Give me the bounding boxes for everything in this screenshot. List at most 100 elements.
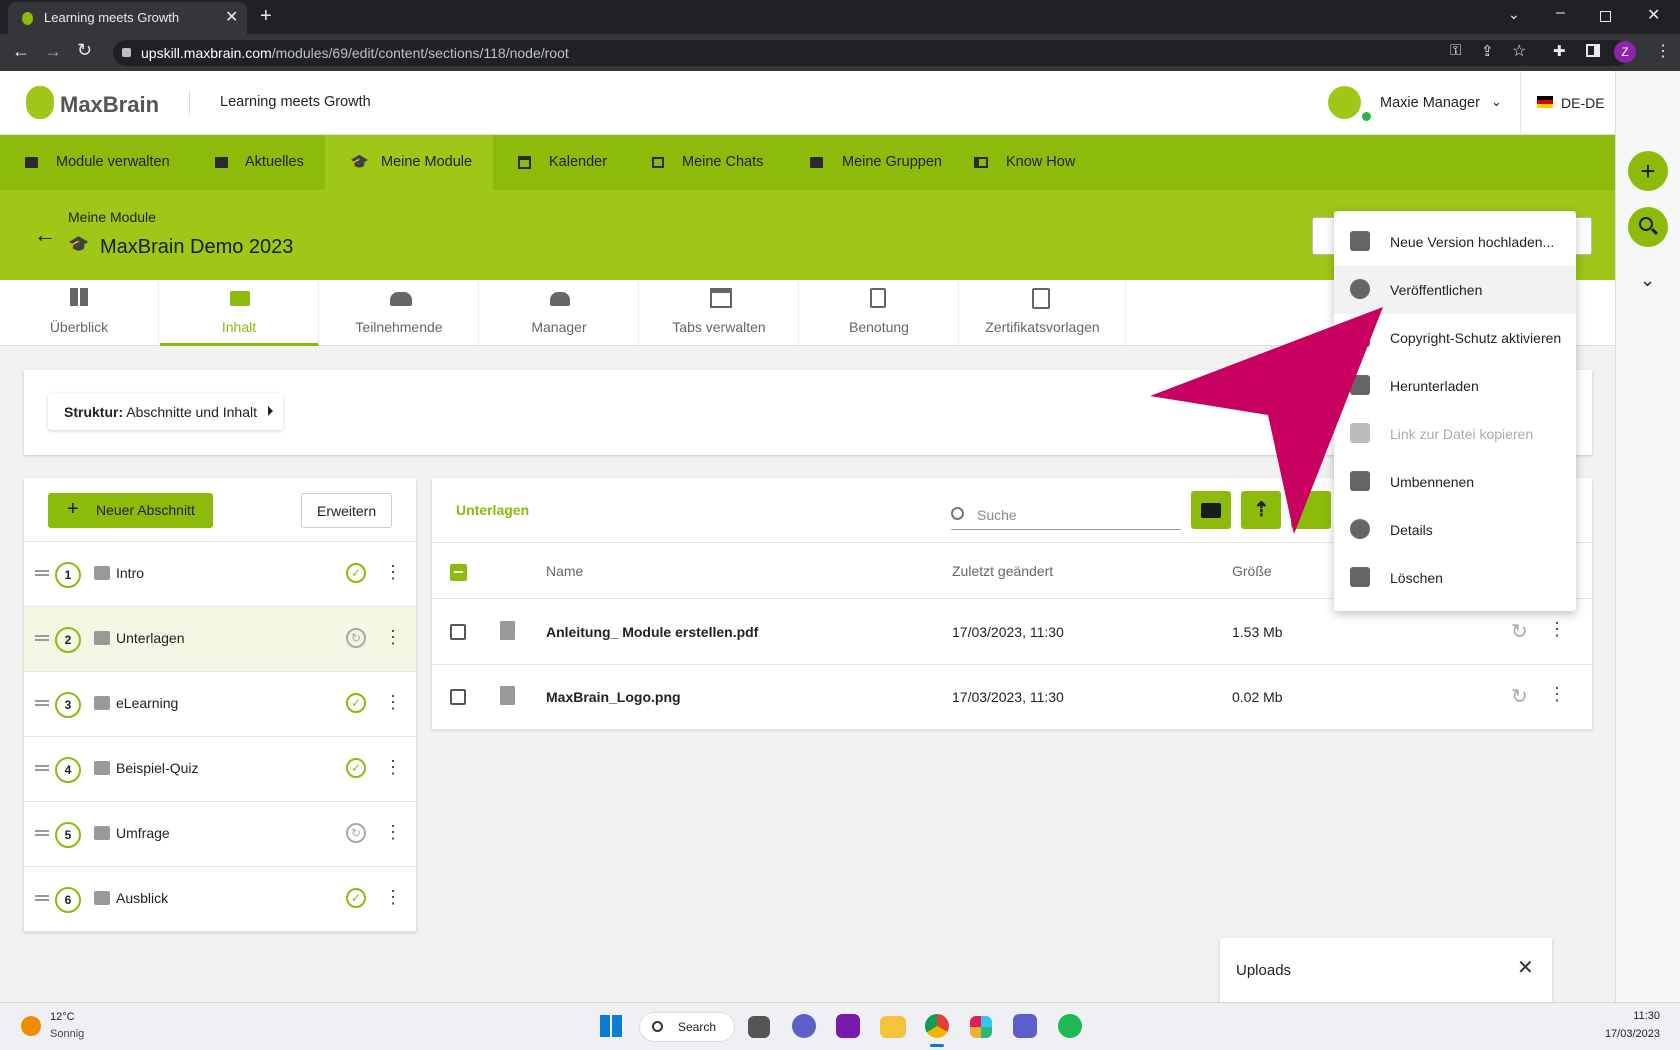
- locale-selector[interactable]: DE-DE: [1561, 95, 1605, 111]
- nav-kalender[interactable]: Kalender: [493, 135, 626, 190]
- kebab-menu-icon[interactable]: ⋮: [384, 887, 402, 908]
- user-name[interactable]: Maxie Manager: [1380, 95, 1480, 111]
- close-tab-icon[interactable]: ✕: [225, 7, 238, 27]
- tab-ueberblick[interactable]: Überblick: [0, 280, 159, 346]
- key-icon[interactable]: ⚿: [1450, 42, 1461, 59]
- back-arrow-icon[interactable]: ←: [34, 222, 56, 248]
- onenote-icon[interactable]: [836, 1014, 860, 1038]
- nav-aktuelles[interactable]: Aktuelles: [193, 135, 325, 190]
- spotify-icon[interactable]: [1058, 1014, 1082, 1038]
- extensions-icon[interactable]: ✚: [1553, 42, 1566, 60]
- kebab-menu-icon[interactable]: ⋮: [1548, 619, 1566, 640]
- rail-add-button[interactable]: +: [1628, 151, 1668, 191]
- task-view-icon[interactable]: [748, 1016, 770, 1038]
- taskbar-search[interactable]: Search: [639, 1012, 735, 1042]
- kebab-menu-icon[interactable]: ⋮: [384, 757, 402, 778]
- file-explorer-icon[interactable]: [880, 1016, 906, 1038]
- teams-chat-icon[interactable]: [792, 1014, 816, 1038]
- new-section-button[interactable]: + Neuer Abschnitt: [48, 493, 213, 528]
- cloud-upload-icon: [1350, 231, 1370, 251]
- kebab-menu-icon[interactable]: ⋮: [384, 822, 402, 843]
- sync-icon[interactable]: ↻: [346, 823, 366, 843]
- drag-handle-icon[interactable]: [35, 570, 49, 576]
- share-icon[interactable]: ⇪: [1481, 42, 1494, 60]
- file-name[interactable]: Anleitung_ Module erstellen.pdf: [546, 624, 758, 640]
- section-number: 4: [55, 757, 81, 783]
- star-icon[interactable]: ☆: [1512, 41, 1526, 61]
- breadcrumb[interactable]: Meine Module: [68, 209, 156, 225]
- tab-zertifikatsvorlagen[interactable]: Zertifikatsvorlagen: [960, 280, 1126, 346]
- tab-search-icon[interactable]: ⌄: [1508, 6, 1520, 23]
- col-modified[interactable]: Zuletzt geändert: [952, 563, 1053, 579]
- drag-handle-icon[interactable]: [35, 830, 49, 836]
- back-icon[interactable]: ←: [12, 41, 30, 62]
- drag-handle-icon[interactable]: [35, 765, 49, 771]
- reload-icon[interactable]: ↻: [77, 40, 92, 61]
- menu-item-cloud-upload[interactable]: Neue Version hochladen...: [1334, 218, 1576, 266]
- maximize-icon[interactable]: [1600, 11, 1611, 22]
- sync-icon[interactable]: ↻: [1511, 684, 1528, 709]
- rail-search-button[interactable]: [1628, 207, 1668, 247]
- file-search-input[interactable]: Suche: [951, 500, 1181, 530]
- menu-item-trash[interactable]: Löschen: [1334, 554, 1576, 602]
- forward-icon[interactable]: →: [44, 41, 62, 62]
- file-row[interactable]: MaxBrain_Logo.png 17/03/2023, 11:30 0.02 M…: [432, 665, 1592, 730]
- section-item[interactable]: 1 Intro ✓ ⋮: [24, 542, 416, 607]
- teams-icon[interactable]: [1013, 1014, 1037, 1038]
- kebab-menu-icon[interactable]: ⋮: [384, 692, 402, 713]
- close-icon[interactable]: ✕: [1517, 955, 1534, 980]
- section-item[interactable]: 4 Beispiel-Quiz ✓ ⋮: [24, 737, 416, 802]
- tab-benotung[interactable]: Benotung: [800, 280, 959, 346]
- kebab-menu-icon[interactable]: ⋮: [384, 627, 402, 648]
- nav-know-how[interactable]: Know How: [954, 135, 1084, 190]
- nav-meine-chats[interactable]: Meine Chats: [626, 135, 786, 190]
- new-section-label: Neuer Abschnitt: [96, 502, 195, 518]
- check-circle-icon[interactable]: ✓: [346, 693, 366, 713]
- section-item[interactable]: 2 Unterlagen ↻ ⋮: [24, 607, 416, 672]
- new-tab-icon[interactable]: +: [260, 5, 272, 28]
- user-menu-chevron-icon[interactable]: ⌄: [1491, 94, 1502, 110]
- tab-tabs-verwalten[interactable]: Tabs verwalten: [640, 280, 799, 346]
- check-circle-icon[interactable]: ✓: [346, 888, 366, 908]
- col-name[interactable]: Name: [546, 563, 583, 579]
- section-label: Intro: [116, 565, 145, 581]
- tab-inhalt[interactable]: Inhalt: [160, 280, 319, 346]
- drag-handle-icon[interactable]: [35, 635, 49, 641]
- drag-handle-icon[interactable]: [35, 700, 49, 706]
- expand-button[interactable]: Erweitern: [301, 493, 392, 528]
- drag-handle-icon[interactable]: [35, 895, 49, 901]
- browser-tab[interactable]: Learning meets Growth ✕: [8, 2, 247, 34]
- structure-selector[interactable]: Struktur: Abschnitte und Inhalt: [48, 393, 283, 430]
- nav-module-verwalten[interactable]: Module verwalten: [0, 135, 193, 190]
- sidepanel-icon[interactable]: [1586, 44, 1600, 57]
- tab-manager[interactable]: Manager: [480, 280, 639, 346]
- chrome-icon[interactable]: [925, 1014, 949, 1038]
- check-circle-icon[interactable]: ✓: [346, 758, 366, 778]
- kebab-menu-icon[interactable]: ⋮: [1548, 684, 1566, 705]
- rail-expand-chevron-icon[interactable]: ⌄: [1640, 270, 1655, 291]
- col-size[interactable]: Größe: [1232, 563, 1272, 579]
- kebab-menu-icon[interactable]: ⋮: [384, 562, 402, 583]
- row-checkbox[interactable]: [450, 689, 466, 705]
- close-window-icon[interactable]: ✕: [1647, 5, 1660, 25]
- check-circle-icon[interactable]: ✓: [346, 563, 366, 583]
- minimize-icon[interactable]: –: [1556, 4, 1565, 22]
- slack-icon[interactable]: [970, 1016, 992, 1038]
- section-item[interactable]: 5 Umfrage ↻ ⋮: [24, 802, 416, 867]
- user-avatar[interactable]: [1328, 86, 1361, 119]
- sync-icon[interactable]: ↻: [346, 628, 366, 648]
- row-checkbox[interactable]: [450, 624, 466, 640]
- section-item[interactable]: 6 Ausblick ✓ ⋮: [24, 867, 416, 932]
- nav-meine-module[interactable]: 🎓 Meine Module: [325, 135, 493, 190]
- more-icon[interactable]: ⋮: [1655, 41, 1671, 61]
- profile-avatar[interactable]: Z: [1614, 41, 1636, 63]
- windows-start-icon[interactable]: [600, 1015, 622, 1037]
- url-bar[interactable]: upskill.maxbrain.com/modules/69/edit/con…: [113, 40, 1630, 66]
- tab-label: Überblick: [49, 319, 109, 335]
- file-name[interactable]: MaxBrain_Logo.png: [546, 689, 681, 705]
- section-item[interactable]: 3 eLearning ✓ ⋮: [24, 672, 416, 737]
- sync-icon[interactable]: ↻: [1511, 619, 1528, 644]
- select-all-checkbox[interactable]: [450, 564, 467, 581]
- tab-teilnehmende[interactable]: Teilnehmende: [320, 280, 479, 346]
- nav-meine-gruppen[interactable]: Meine Gruppen: [786, 135, 954, 190]
